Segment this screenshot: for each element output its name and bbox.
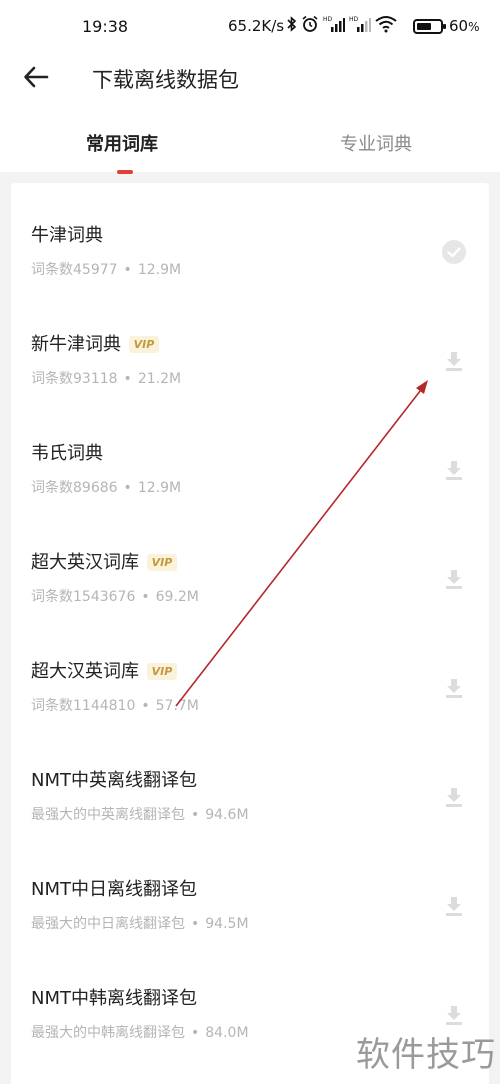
status-time: 19:38 xyxy=(82,17,129,36)
item-info: 最强大的中韩离线翻译包 • 84.0M xyxy=(31,1025,249,1041)
item-info: 词条数89686 • 12.9M xyxy=(31,480,182,496)
item-info: 词条数1144810 • 57.7M xyxy=(31,698,199,714)
network-speed: 65.2K/s xyxy=(228,17,285,35)
battery-percent: 60% xyxy=(449,17,480,35)
active-tab-indicator xyxy=(117,170,133,174)
list-item[interactable]: 牛津词典 词条数45977 • 12.9M xyxy=(11,183,489,292)
vip-badge: VIP xyxy=(147,663,177,680)
item-name: NMT中英离线翻译包 xyxy=(31,770,197,791)
wifi-icon xyxy=(375,15,397,39)
item-info: 词条数45977 • 12.9M xyxy=(31,262,182,278)
alarm-icon xyxy=(301,15,319,39)
item-name: NMT中日离线翻译包 xyxy=(31,879,197,900)
vip-badge: VIP xyxy=(147,554,177,571)
signal-2-icon: HD xyxy=(349,15,371,39)
watermark-text: 软件技巧 xyxy=(356,1035,496,1075)
top-bar: 19:38 65.2K/s HD HD 60% 下载离线数据包 常用词库 专业词… xyxy=(0,0,500,174)
list-item[interactable]: NMT中日离线翻译包 最强大的中日离线翻译包 • 94.5M xyxy=(11,837,489,946)
page-title: 下载离线数据包 xyxy=(92,68,239,92)
download-icon[interactable] xyxy=(441,784,467,810)
download-icon[interactable] xyxy=(441,457,467,483)
download-icon[interactable] xyxy=(441,893,467,919)
downloaded-check-icon xyxy=(441,239,467,265)
vip-badge: VIP xyxy=(129,336,159,353)
item-name: 新牛津词典 VIP xyxy=(31,330,159,356)
list-item[interactable]: 超大英汉词库 VIP 词条数1543676 • 69.2M xyxy=(11,510,489,619)
signal-icon: HD xyxy=(323,15,345,39)
bluetooth-icon xyxy=(287,15,297,39)
item-name: 牛津词典 xyxy=(31,225,103,246)
download-icon[interactable] xyxy=(441,1002,467,1028)
app-header: 下载离线数据包 xyxy=(0,56,500,102)
download-icon[interactable] xyxy=(441,348,467,374)
item-info: 词条数93118 • 21.2M xyxy=(31,371,182,387)
item-name: 超大英汉词库 VIP xyxy=(31,548,177,574)
battery-icon xyxy=(413,19,446,34)
list-item[interactable]: 韦氏词典 词条数89686 • 12.9M xyxy=(11,401,489,510)
item-name: 超大汉英词库 VIP xyxy=(31,657,177,683)
tab-professional-dictionaries[interactable]: 专业词典 xyxy=(340,130,412,156)
list-item[interactable]: NMT中英离线翻译包 最强大的中英离线翻译包 • 94.6M xyxy=(11,728,489,837)
download-icon[interactable] xyxy=(441,566,467,592)
list-item[interactable]: 新牛津词典 VIP 词条数93118 • 21.2M xyxy=(11,292,489,401)
svg-text:HD: HD xyxy=(323,16,333,23)
back-arrow-icon[interactable] xyxy=(22,63,50,91)
status-bar: 19:38 65.2K/s HD HD 60% xyxy=(0,0,500,56)
dictionary-list: 牛津词典 词条数45977 • 12.9M 新牛津词典 VIP 词条数93118 • 21… xyxy=(11,183,489,1084)
status-icons: HD HD xyxy=(287,15,397,39)
item-info: 最强大的中日离线翻译包 • 94.5M xyxy=(31,916,249,932)
item-name: 韦氏词典 xyxy=(31,443,103,464)
item-info: 最强大的中英离线翻译包 • 94.6M xyxy=(31,807,249,823)
list-item[interactable]: 超大汉英词库 VIP 词条数1144810 • 57.7M xyxy=(11,619,489,728)
download-icon[interactable] xyxy=(441,675,467,701)
svg-text:HD: HD xyxy=(349,16,359,23)
tab-common-dictionaries[interactable]: 常用词库 xyxy=(86,130,158,156)
item-name: NMT中韩离线翻译包 xyxy=(31,988,197,1009)
tab-bar: 常用词库 专业词典 xyxy=(0,122,500,174)
item-info: 词条数1543676 • 69.2M xyxy=(31,589,199,605)
